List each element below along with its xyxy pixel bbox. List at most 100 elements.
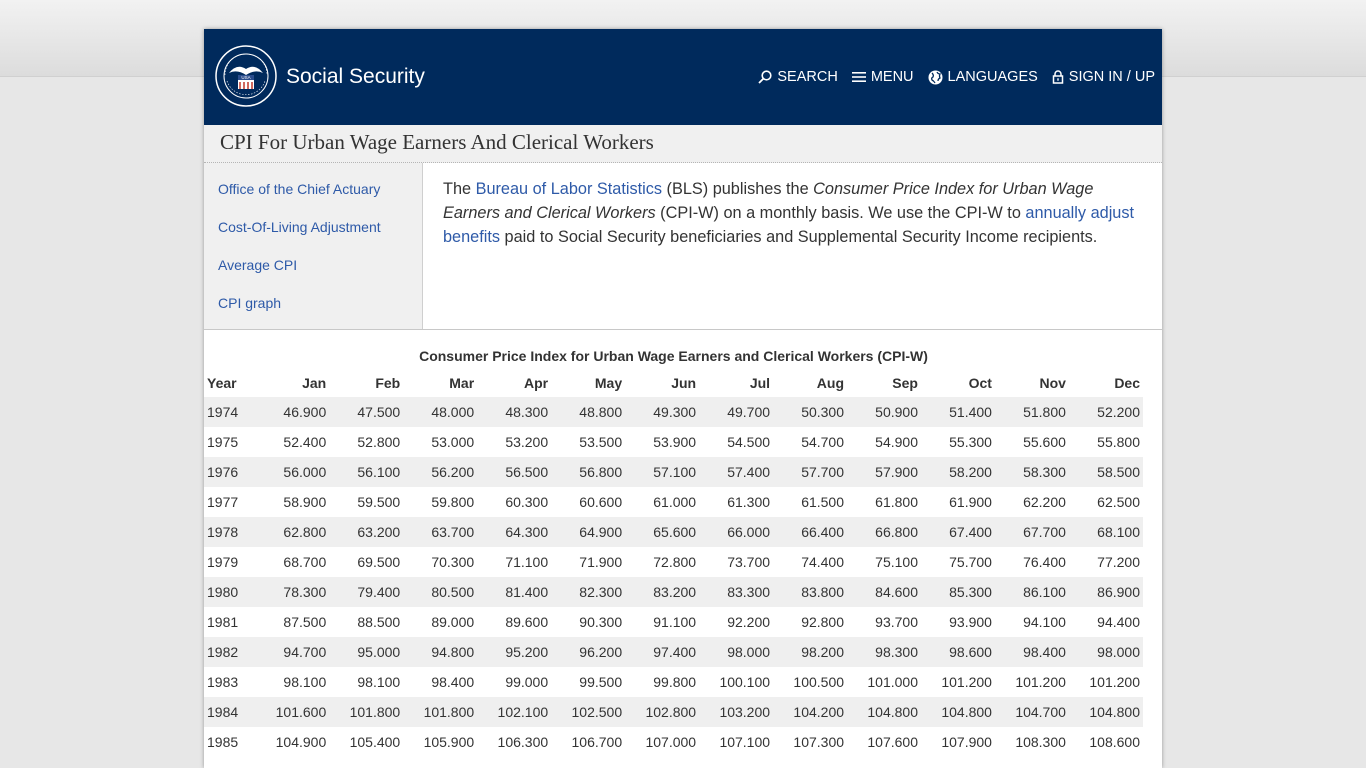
cpi-value-cell: 101.000: [867, 674, 918, 690]
column-header-jul: Jul: [749, 374, 771, 391]
cpi-value-cell: 99.800: [653, 674, 697, 690]
sidebar-item-average-cpi[interactable]: Average CPI: [218, 257, 422, 295]
cpi-value-cell: 88.500: [357, 614, 401, 630]
cpi-value-cell: 70.300: [431, 554, 475, 570]
sidebar-item-cost-of-living-adjustment[interactable]: Cost-Of-Living Adjustment: [218, 219, 422, 257]
cpi-value-cell: 98.300: [847, 637, 921, 667]
cpi-value-cell: 100.100: [719, 674, 771, 690]
cpi-value-cell: 58.500: [1068, 457, 1143, 487]
bls-link[interactable]: Bureau of Labor Statistics: [476, 180, 662, 198]
cpi-value-cell: 101.200: [941, 674, 992, 690]
column-header-aug: Aug: [816, 374, 845, 391]
cpi-value-cell: 62.200: [1023, 494, 1066, 510]
cpi-value-cell: 87.500: [283, 614, 327, 630]
cpi-value-cell: 54.500: [727, 434, 771, 450]
ssa-seal-logo[interactable]: USA: [215, 45, 277, 107]
cpi-value-cell: 98.600: [920, 637, 995, 667]
cpi-value-cell: 69.500: [357, 554, 401, 570]
hamburger-menu-icon: [851, 72, 866, 82]
cpi-value-cell: 66.800: [847, 517, 921, 547]
cpi-value-cell: 52.200: [1068, 397, 1143, 427]
cpi-value-cell: 72.800: [653, 554, 697, 570]
cpi-value-cell: 62.800: [255, 517, 330, 547]
site-brand-name[interactable]: Social Security: [286, 65, 425, 89]
cpi-value-cell: 52.400: [283, 434, 327, 450]
column-header-jan: Jan: [302, 374, 327, 391]
cpi-value-cell: 53.200: [505, 434, 549, 450]
cpi-value-cell: 57.100: [625, 457, 700, 487]
cpi-value-cell: 74.400: [801, 554, 845, 570]
cpi-value-cell: 98.100: [283, 674, 327, 690]
table-row: 1979 68.700 69.500 70.300 71.100 71.900 72.800…: [204, 547, 1143, 577]
year-cell: 1976: [204, 457, 256, 487]
table-row: 1974 46.900 47.500 48.000 48.300 48.800 49.300…: [204, 397, 1143, 427]
cpi-value-cell: 75.100: [875, 554, 918, 570]
cpi-value-cell: 107.300: [793, 734, 845, 750]
cpi-value-cell: 61.900: [949, 494, 992, 510]
cpi-value-cell: 57.400: [699, 457, 774, 487]
cpi-value-cell: 71.900: [579, 554, 623, 570]
cpi-value-cell: 95.200: [477, 637, 552, 667]
cpi-value-cell: 98.100: [357, 674, 401, 690]
cpi-value-cell: 106.300: [497, 734, 549, 750]
languages-button[interactable]: LANGUAGES: [928, 69, 1038, 85]
cpi-value-cell: 102.100: [477, 697, 552, 727]
cpi-value-cell: 104.800: [847, 697, 921, 727]
cpi-value-cell: 73.700: [727, 554, 771, 570]
cpi-value-cell: 98.000: [699, 637, 774, 667]
search-button[interactable]: SEARCH: [758, 69, 838, 85]
cpi-value-cell: 76.400: [1023, 554, 1066, 570]
cpi-value-cell: 104.700: [994, 697, 1069, 727]
table-row: 1975 52.400 52.800 53.000 53.200 53.500 53.900…: [204, 427, 1143, 457]
cpi-value-cell: 75.700: [949, 554, 992, 570]
cpi-value-cell: 67.700: [994, 517, 1069, 547]
cpi-value-cell: 50.300: [773, 397, 848, 427]
table-caption: Consumer Price Index for Urban Wage Earn…: [419, 348, 928, 364]
sidebar: Office of the Chief Actuary Cost-Of-Livi…: [204, 163, 423, 329]
intro-text-1: The: [443, 180, 476, 198]
cpi-value-cell: 71.100: [505, 554, 549, 570]
cpi-value-cell: 57.700: [773, 457, 848, 487]
cpi-value-cell: 53.000: [431, 434, 475, 450]
table-header-row: Year Jan Feb Mar Apr May Jun Jul Aug Sep Oct Nov Dec: [204, 368, 1143, 397]
page-title-bar: CPI For Urban Wage Earners And Clerical …: [204, 125, 1162, 163]
year-cell: 1981: [207, 614, 239, 630]
year-cell: 1985: [207, 734, 239, 750]
signin-button[interactable]: SIGN IN / UP: [1052, 69, 1155, 85]
cpi-value-cell: 57.900: [847, 457, 921, 487]
table-row: 1983 98.100 98.100 98.400 99.000 99.500 99.800…: [204, 667, 1143, 697]
cpi-value-cell: 93.900: [949, 614, 992, 630]
cpi-value-cell: 61.800: [875, 494, 918, 510]
cpi-value-cell: 83.800: [773, 577, 848, 607]
cpi-value-cell: 91.100: [653, 614, 697, 630]
cpi-value-cell: 65.600: [625, 517, 700, 547]
table-row: 1980 78.300 79.400 80.500 81.400 82.300 83.200…: [204, 577, 1143, 607]
menu-button[interactable]: MENU: [851, 69, 914, 85]
sidebar-item-cpi-graph[interactable]: CPI graph: [218, 295, 422, 333]
cpi-value-cell: 58.200: [920, 457, 995, 487]
intro-text-2: (BLS) publishes the: [662, 180, 814, 198]
year-cell: 1977: [207, 494, 239, 510]
cpi-value-cell: 66.400: [773, 517, 848, 547]
cpi-value-cell: 94.800: [403, 637, 478, 667]
cpi-value-cell: 56.100: [329, 457, 404, 487]
menu-label: MENU: [870, 69, 914, 85]
search-label: SEARCH: [777, 69, 838, 85]
cpi-value-cell: 68.700: [283, 554, 327, 570]
column-header-jun: Jun: [671, 374, 697, 391]
cpi-value-cell: 92.200: [727, 614, 771, 630]
year-cell: 1975: [207, 434, 239, 450]
table-row: 1984 101.600 101.800 101.800 102.100 102.500 1…: [204, 697, 1143, 727]
column-header-nov: Nov: [1039, 374, 1066, 391]
sidebar-item-office-of-the-chief-actuary[interactable]: Office of the Chief Actuary: [218, 181, 422, 219]
cpi-value-cell: 56.500: [477, 457, 552, 487]
cpi-value-cell: 55.800: [1097, 434, 1140, 450]
cpi-value-cell: 82.300: [551, 577, 626, 607]
cpi-value-cell: 60.300: [505, 494, 549, 510]
cpi-value-cell: 89.000: [431, 614, 475, 630]
cpi-value-cell: 66.000: [699, 517, 774, 547]
column-header-apr: Apr: [524, 374, 549, 391]
cpi-value-cell: 98.000: [1068, 637, 1143, 667]
cpi-value-cell: 96.200: [551, 637, 626, 667]
cpi-value-cell: 53.900: [653, 434, 697, 450]
